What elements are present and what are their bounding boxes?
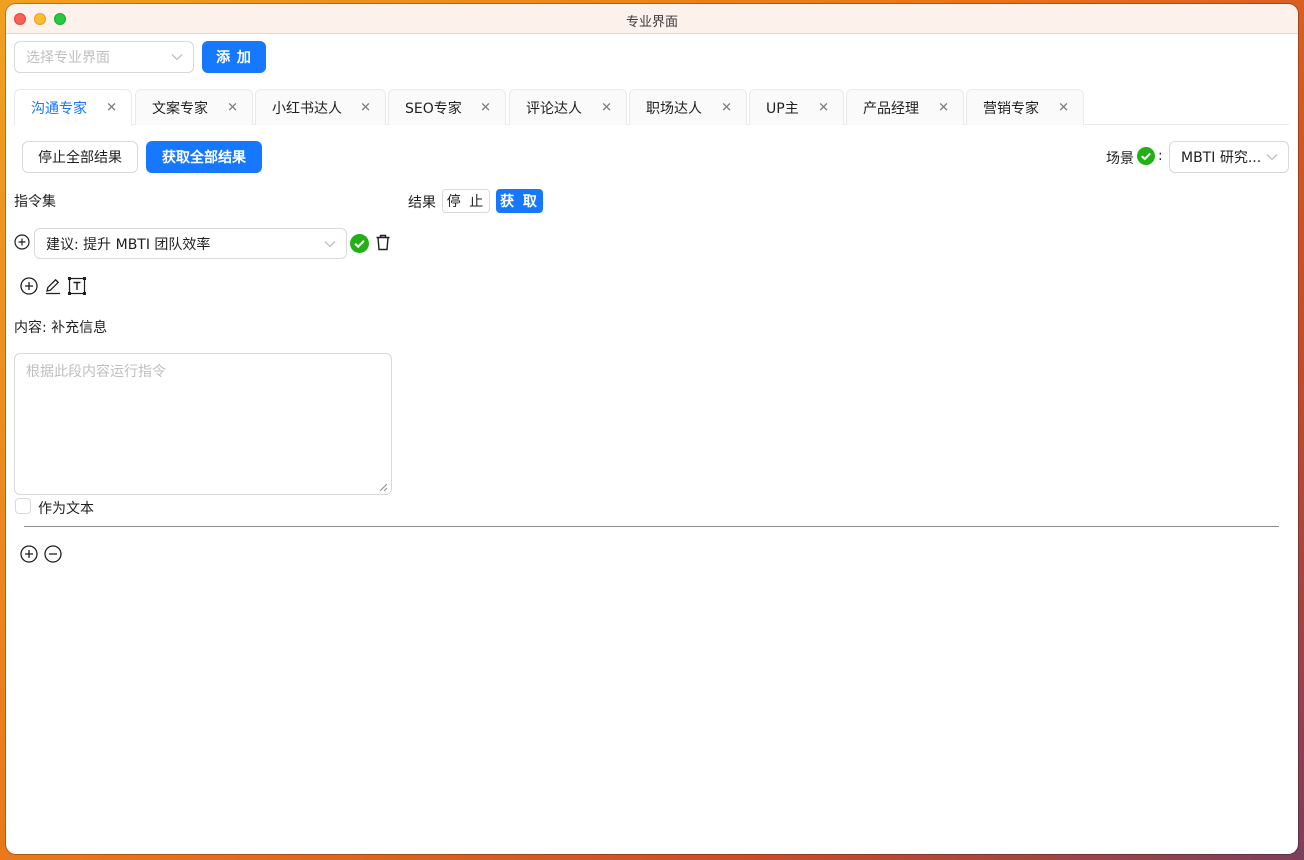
results-label: 结果 xyxy=(408,195,436,211)
results-stop-button[interactable]: 停 止 xyxy=(442,189,490,213)
content-textarea[interactable] xyxy=(14,353,392,495)
close-icon[interactable]: ✕ xyxy=(721,100,732,115)
text-frame-icon[interactable] xyxy=(67,276,87,296)
edit-icon[interactable] xyxy=(44,277,62,295)
close-icon[interactable]: ✕ xyxy=(106,101,117,116)
check-circle-icon xyxy=(350,234,369,253)
check-circle-icon xyxy=(1137,147,1155,165)
plus-circle-icon[interactable] xyxy=(14,234,30,250)
tab-communication-expert[interactable]: 沟通专家 ✕ xyxy=(14,89,132,126)
scene-select[interactable]: MBTI 研究... xyxy=(1169,141,1289,173)
tab-label: UP主 xyxy=(766,100,799,117)
command-select[interactable]: 建议: 提升 MBTI 团队效率 xyxy=(34,228,347,259)
chevron-down-icon xyxy=(324,240,336,247)
resize-handle-icon[interactable] xyxy=(378,482,388,492)
window-title: 专业界面 xyxy=(625,15,678,30)
close-icon[interactable]: ✕ xyxy=(938,100,949,115)
add-button[interactable]: 添 加 xyxy=(202,41,266,73)
close-icon[interactable]: ✕ xyxy=(480,100,491,115)
commands-header: 指令集 xyxy=(14,194,56,210)
tab-label: 职场达人 xyxy=(646,100,702,117)
divider xyxy=(24,526,1279,527)
interface-select[interactable]: 选择专业界面 xyxy=(14,41,194,73)
add-circle-icon[interactable] xyxy=(20,545,38,563)
add-circle-icon[interactable] xyxy=(20,277,38,295)
tab-bar: 沟通专家 ✕ 文案专家 ✕ 小红书达人 ✕ SEO专家 ✕ 评论达人 ✕ 职场达… xyxy=(14,89,1289,126)
tab-marketing-expert[interactable]: 营销专家 ✕ xyxy=(966,89,1084,125)
scene-select-value: MBTI 研究... xyxy=(1181,150,1262,166)
tab-label: 沟通专家 xyxy=(31,101,87,117)
tab-workplace-expert[interactable]: 职场达人 ✕ xyxy=(629,89,747,125)
tab-seo-expert[interactable]: SEO专家 ✕ xyxy=(388,89,506,125)
scene-label: 场景 xyxy=(1106,151,1134,167)
results-get-button[interactable]: 获 取 xyxy=(496,189,543,213)
tab-label: 产品经理 xyxy=(863,100,919,117)
app-window: 专业界面 选择专业界面 添 加 沟通专家 ✕ 文案专家 ✕ 小红书达人 ✕ SE… xyxy=(6,4,1298,854)
tab-comment-expert[interactable]: 评论达人 ✕ xyxy=(509,89,627,125)
tab-label: 评论达人 xyxy=(526,100,582,117)
tab-uploader[interactable]: UP主 ✕ xyxy=(749,89,844,125)
close-icon[interactable]: ✕ xyxy=(601,100,612,115)
tab-label: 文案专家 xyxy=(152,100,208,117)
tab-label: SEO专家 xyxy=(405,100,462,117)
chevron-down-icon xyxy=(1266,154,1278,161)
title-bar: 专业界面 xyxy=(6,4,1298,34)
close-icon[interactable]: ✕ xyxy=(360,100,371,115)
close-icon[interactable]: ✕ xyxy=(818,100,829,115)
chevron-down-icon xyxy=(171,54,183,61)
as-text-label: 作为文本 xyxy=(38,501,94,517)
tab-xiaohongshu[interactable]: 小红书达人 ✕ xyxy=(255,89,386,125)
scene-separator: : xyxy=(1158,148,1163,164)
tab-label: 小红书达人 xyxy=(272,100,342,117)
tab-product-manager[interactable]: 产品经理 ✕ xyxy=(846,89,964,125)
tab-label: 营销专家 xyxy=(983,100,1039,117)
command-select-value: 建议: 提升 MBTI 团队效率 xyxy=(46,236,211,253)
close-icon[interactable]: ✕ xyxy=(1058,100,1069,115)
interface-select-placeholder: 选择专业界面 xyxy=(26,50,110,66)
trash-icon[interactable] xyxy=(375,234,391,251)
stop-all-button[interactable]: 停止全部结果 xyxy=(22,141,138,173)
tab-copywriting-expert[interactable]: 文案专家 ✕ xyxy=(135,89,253,125)
remove-circle-icon[interactable] xyxy=(44,545,62,563)
close-icon[interactable]: ✕ xyxy=(227,100,238,115)
get-all-button[interactable]: 获取全部结果 xyxy=(146,141,262,173)
content-label: 内容: 补充信息 xyxy=(14,320,108,336)
as-text-checkbox[interactable] xyxy=(15,498,31,514)
